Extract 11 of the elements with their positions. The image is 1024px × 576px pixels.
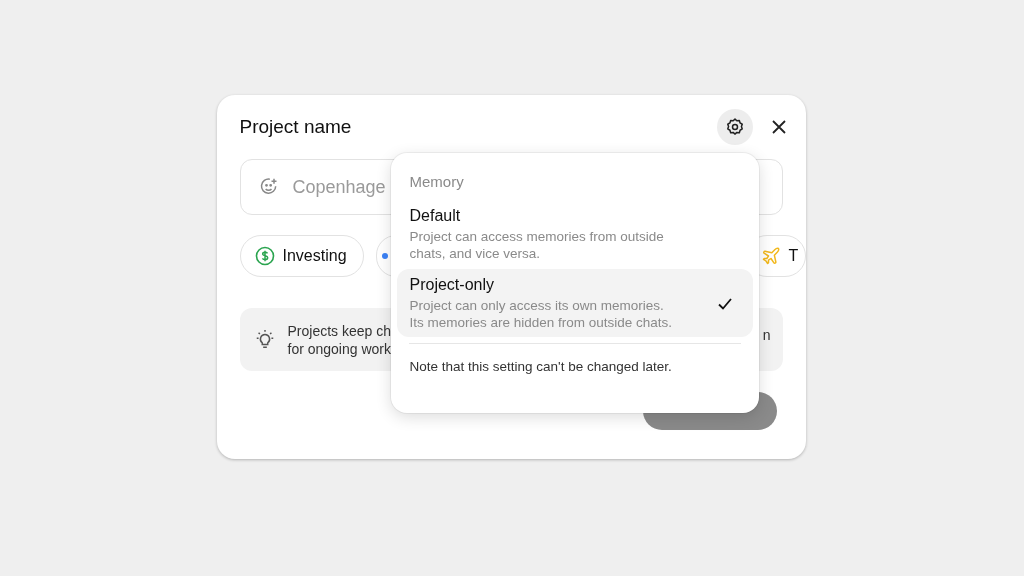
info-text: n bbox=[762, 326, 771, 343]
info-text: Projects keep ch bbox=[287, 321, 391, 340]
dialog-title: Project name bbox=[239, 116, 353, 138]
option-description: Project can access memories from outside chats, and vice versa. bbox=[409, 228, 665, 262]
menu-heading: Memory bbox=[408, 173, 465, 190]
option-description: Project can only access its own memories. Its memories are hidden from outside chats. bbox=[409, 297, 674, 331]
memory-option[interactable]: Project-only Project can only access its own memories. Its memories are hidden from outside chats. bbox=[396, 269, 753, 337]
option-label: Project-only bbox=[409, 276, 495, 294]
info-text: for ongoing work bbox=[287, 339, 391, 358]
menu-note: Note that this setting can't be changed later. bbox=[408, 358, 673, 374]
option-label: Default bbox=[409, 207, 462, 225]
